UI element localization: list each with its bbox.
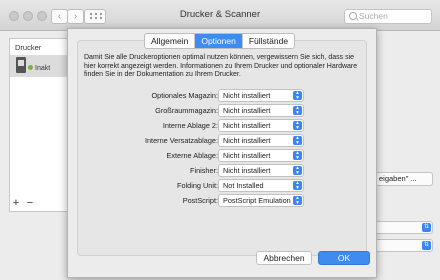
cancel-button[interactable]: Abbrechen [256, 251, 312, 265]
sharing-preferences-button[interactable]: eigaben" ... [375, 172, 433, 186]
tab-fuellstaende[interactable]: Füllstände [243, 34, 294, 48]
minimize-window-button[interactable] [23, 11, 33, 21]
option-value: Nicht installiert [223, 166, 271, 175]
search-placeholder: Suchen [359, 11, 388, 21]
intro-text: Damit Sie alle Druckeroptionen optimal n… [84, 54, 358, 78]
chevron-updown-icon: ⇅ [422, 223, 431, 232]
option-popup[interactable]: Nicht installiert ▴ ▾ [218, 164, 304, 177]
option-label: Folding Unit: [177, 181, 218, 190]
option-popup[interactable]: Nicht installiert ▴ ▾ [218, 149, 304, 162]
option-label: Großraummagazin: [155, 106, 218, 115]
option-popup[interactable]: Nicht installiert ▴ ▾ [218, 104, 304, 117]
printer-list-header: Drucker [15, 43, 42, 52]
chevron-updown-icon: ▴ ▾ [293, 150, 302, 160]
option-value: Not Installed [223, 181, 264, 190]
ok-button[interactable]: OK [318, 251, 370, 265]
option-popup[interactable]: Nicht installiert ▴ ▾ [218, 89, 304, 102]
option-label: Interne Ablage 2: [162, 121, 218, 130]
option-label: Optionales Magazin: [151, 91, 218, 100]
printer-status-text: Inakt [35, 65, 51, 72]
option-row: Optionales Magazin: Nicht installiert ▴ ▾ [68, 89, 378, 102]
chevron-updown-icon: ▴ ▾ [293, 180, 302, 190]
option-value: Nicht installiert [223, 136, 271, 145]
title-bar: ‹ › Drucker & Scanner Suchen [0, 0, 440, 31]
tab-bar: Allgemein Optionen Füllstände [144, 33, 296, 49]
option-row: Finisher: Nicht installiert ▴ ▾ [68, 164, 378, 177]
window-title: Drucker & Scanner [179, 9, 261, 20]
option-popup[interactable]: Nicht installiert ▴ ▾ [218, 134, 304, 147]
option-value: PostScript Emulation [223, 196, 291, 205]
tab-allgemein[interactable]: Allgemein [145, 34, 196, 48]
option-row: Folding Unit: Not Installed ▴ ▾ [68, 179, 378, 192]
option-value: Nicht installiert [223, 106, 271, 115]
chevron-updown-icon: ▴ ▾ [293, 135, 302, 145]
option-popup[interactable]: Not Installed ▴ ▾ [218, 179, 304, 192]
options-sheet: Allgemein Optionen Füllstände Damit Sie … [67, 28, 377, 278]
close-window-button[interactable] [9, 11, 19, 21]
default-paper-popup[interactable]: ⇅ [375, 239, 433, 252]
option-row: Interne Versatzablage: Nicht installiert… [68, 134, 378, 147]
printer-status: Inakt [28, 65, 50, 72]
status-dot-icon [28, 65, 33, 70]
back-button[interactable]: ‹ [51, 9, 68, 24]
printers-scanners-window: ‹ › Drucker & Scanner Suchen Drucker Ina… [0, 0, 440, 280]
chevron-updown-icon: ⇅ [422, 241, 431, 250]
forward-button[interactable]: › [67, 9, 84, 24]
chevron-updown-icon: ▴ ▾ [293, 195, 302, 205]
option-label: Externe Ablage: [166, 151, 218, 160]
option-value: Nicht installiert [223, 91, 271, 100]
option-value: Nicht installiert [223, 121, 271, 130]
option-label: Finisher: [190, 166, 218, 175]
option-row: Externe Ablage: Nicht installiert ▴ ▾ [68, 149, 378, 162]
chevron-updown-icon: ▴ ▾ [293, 120, 302, 130]
show-all-grid-icon[interactable] [84, 9, 106, 24]
add-printer-button[interactable]: + [9, 197, 23, 211]
chevron-updown-icon: ▴ ▾ [293, 90, 302, 100]
option-popup[interactable]: Nicht installiert ▴ ▾ [218, 119, 304, 132]
chevron-updown-icon: ▴ ▾ [293, 105, 302, 115]
option-row: PostScript: PostScript Emulation ▴ ▾ [68, 194, 378, 207]
add-remove-controls: + − [9, 197, 39, 211]
option-label: Interne Versatzablage: [144, 136, 218, 145]
default-printer-popup[interactable]: ⇅ [375, 221, 433, 234]
tab-optionen[interactable]: Optionen [195, 34, 243, 48]
chevron-updown-icon: ▴ ▾ [293, 165, 302, 175]
printer-list-item[interactable]: Inakt [10, 55, 68, 77]
remove-printer-button[interactable]: − [23, 197, 37, 211]
option-label: PostScript: [182, 196, 218, 205]
option-value: Nicht installiert [223, 151, 271, 160]
option-popup[interactable]: PostScript Emulation ▴ ▾ [218, 194, 304, 207]
option-row: Großraummagazin: Nicht installiert ▴ ▾ [68, 104, 378, 117]
printer-list: Drucker Inakt [9, 38, 69, 212]
option-row: Interne Ablage 2: Nicht installiert ▴ ▾ [68, 119, 378, 132]
zoom-window-button[interactable] [37, 11, 47, 21]
printer-icon [16, 57, 26, 73]
search-icon [349, 12, 357, 20]
search-input[interactable]: Suchen [344, 9, 432, 24]
